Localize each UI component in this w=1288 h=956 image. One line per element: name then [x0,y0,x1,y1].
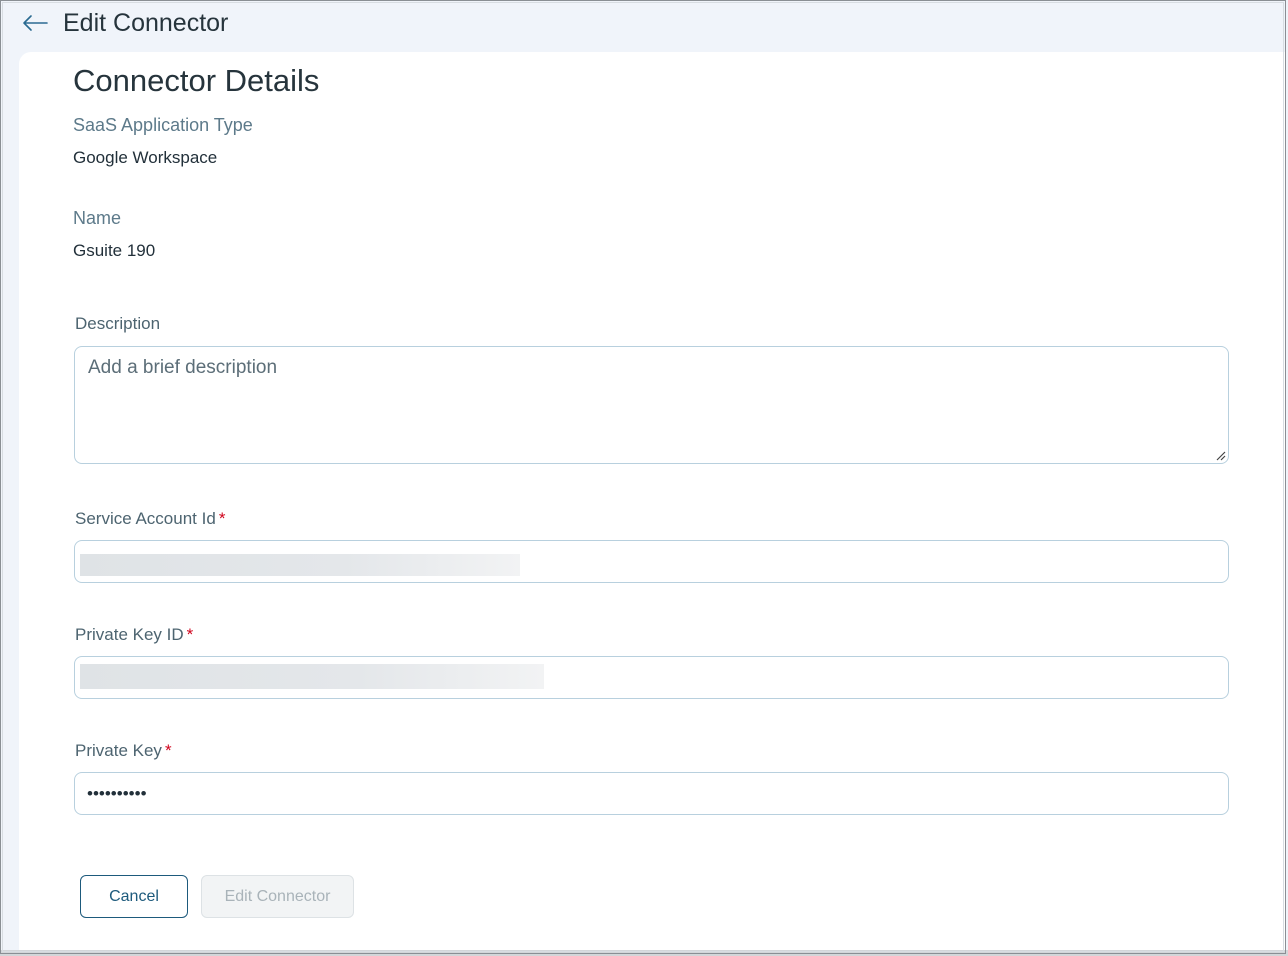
window-frame [0,0,1286,954]
